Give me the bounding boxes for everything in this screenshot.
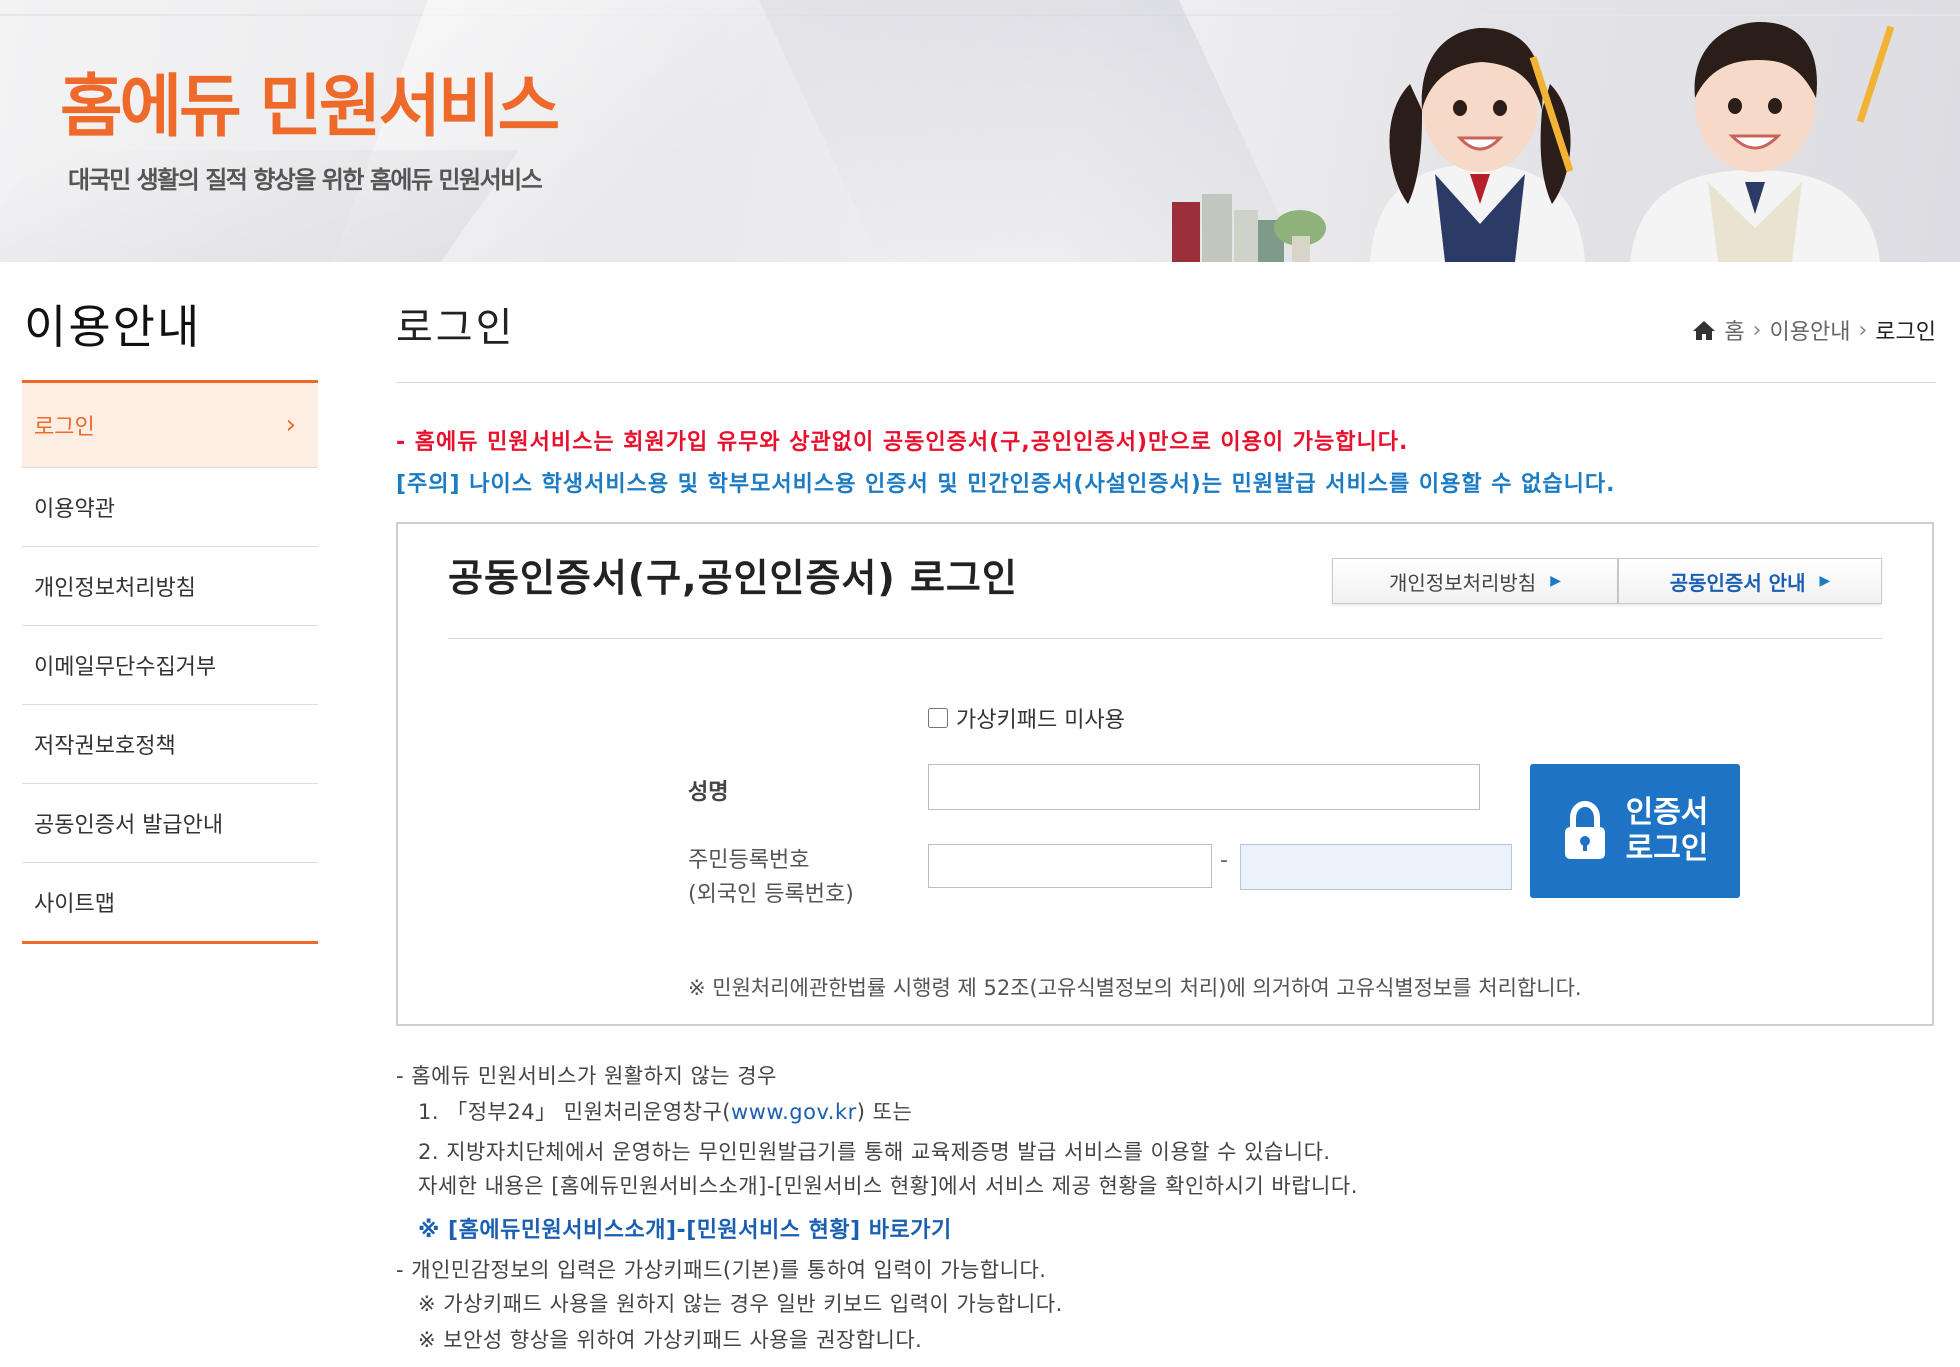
site-logo-title[interactable]: 홈에듀 민원서비스 <box>60 74 560 142</box>
info-text: 1. 「정부24」 민원처리운영창구( <box>418 1100 732 1124</box>
virtual-keypad-label: 가상키패드 미사용 <box>956 708 1125 733</box>
sidebar-item-privacy[interactable]: 개인정보처리방침 <box>22 546 318 625</box>
chevron-right-icon: › <box>285 410 296 440</box>
virtual-keypad-checkbox[interactable] <box>928 708 948 728</box>
rrn-separator: - <box>1220 848 1228 873</box>
chevron-right-icon: › <box>1858 317 1868 343</box>
sidebar-item-label: 공동인증서 발급안내 <box>34 813 224 838</box>
notice-caution: [주의] 나이스 학생서비스용 및 학부모서비스용 인증서 및 민간인증서(사설… <box>396 472 1616 497</box>
rrn-back-input[interactable] <box>1240 844 1512 890</box>
notice-cert-only: - 홈에듀 민원서비스는 회원가입 유무와 상관없이 공동인증서(구,공인인증서… <box>396 430 1409 455</box>
rrn-label: 주민등록번호 (외국인 등록번호) <box>688 844 854 912</box>
lock-icon <box>1564 801 1605 859</box>
site-subtitle: 대국민 생활의 질적 향상을 위한 홈에듀 민원서비스 <box>68 166 543 194</box>
sidebar-menu: 로그인 › 이용약관 개인정보처리방침 이메일무단수집거부 저작권보호정책 공동… <box>22 380 318 944</box>
rrn-front-input[interactable] <box>928 844 1212 888</box>
home-icon[interactable] <box>1692 319 1716 341</box>
privacy-policy-button[interactable]: 개인정보처리방침 ▶ <box>1332 558 1618 604</box>
cert-login-button[interactable]: 인증서 로그인 <box>1530 764 1740 898</box>
info-line: ※ 보안성 향상을 위하여 가상키패드 사용을 권장합니다. <box>418 1328 923 1352</box>
info-line: - 개인민감정보의 입력은 가상키패드(기본)를 통하여 입력이 가능합니다. <box>396 1258 1047 1282</box>
name-input[interactable] <box>928 764 1480 810</box>
privacy-policy-label: 개인정보처리방침 <box>1389 570 1537 595</box>
divider <box>448 638 1882 639</box>
sidebar-item-label: 이메일무단수집거부 <box>34 655 217 680</box>
legal-note: ※ 민원처리에관한법률 시행령 제 52조(고유식별정보의 처리)에 의거하여 … <box>688 976 1582 1000</box>
breadcrumb-current: 로그인 <box>1875 320 1936 345</box>
divider <box>396 382 1936 383</box>
students-illustration <box>1172 22 1895 262</box>
page-title: 로그인 <box>396 305 516 351</box>
triangle-right-icon: ▶ <box>1550 573 1561 589</box>
sidebar-item-label: 이용약관 <box>34 497 115 522</box>
service-status-link[interactable]: ※ [홈에듀민원서비스소개]-[민원서비스 현황] 바로가기 <box>418 1212 952 1244</box>
sidebar-item-copyright[interactable]: 저작권보호정책 <box>22 704 318 783</box>
sidebar-item-cert-issue[interactable]: 공동인증서 발급안내 <box>22 783 318 862</box>
name-label: 성명 <box>688 780 729 805</box>
breadcrumb: 홈 › 이용안내 › 로그인 <box>1692 314 1936 346</box>
cert-login-panel: 공동인증서(구,공인인증서) 로그인 개인정보처리방침 ▶ 공동인증서 안내 ▶… <box>396 522 1934 1026</box>
login-panel-title: 공동인증서(구,공인인증서) 로그인 <box>448 556 1018 600</box>
gov24-link[interactable]: www.gov.kr <box>731 1100 857 1124</box>
info-line: ※ 가상키패드 사용을 원하지 않는 경우 일반 키보드 입력이 가능합니다. <box>418 1292 1063 1316</box>
info-line: 2. 지방자치단체에서 운영하는 무인민원발급기를 통해 교육제증명 발급 서비… <box>418 1140 1331 1164</box>
virtual-keypad-toggle[interactable]: 가상키패드 미사용 <box>928 702 1125 734</box>
cert-login-label: 인증서 로그인 <box>1625 796 1709 865</box>
cert-guide-label: 공동인증서 안내 <box>1669 570 1806 595</box>
sidebar-item-terms[interactable]: 이용약관 <box>22 467 318 546</box>
sidebar-item-email-refusal[interactable]: 이메일무단수집거부 <box>22 625 318 704</box>
header-banner: 홈에듀 민원서비스 대국민 생활의 질적 향상을 위한 홈에듀 민원서비스 <box>0 0 1960 262</box>
info-line: - 홈에듀 민원서비스가 원활하지 않는 경우 <box>396 1064 777 1088</box>
sidebar-item-label: 로그인 <box>34 415 95 440</box>
info-line: 1. 「정부24」 민원처리운영창구(www.gov.kr) 또는 <box>418 1096 912 1126</box>
cert-guide-button[interactable]: 공동인증서 안내 ▶ <box>1618 558 1882 604</box>
info-line: 자세한 내용은 [홈에듀민원서비스소개]-[민원서비스 현황]에서 서비스 제공… <box>418 1174 1358 1198</box>
sidebar-item-login[interactable]: 로그인 › <box>22 383 318 467</box>
sidebar-item-label: 사이트맵 <box>34 892 115 917</box>
sidebar-item-sitemap[interactable]: 사이트맵 <box>22 862 318 941</box>
sidebar-item-label: 저작권보호정책 <box>34 734 176 759</box>
sidebar-item-label: 개인정보처리방침 <box>34 576 196 601</box>
breadcrumb-guide[interactable]: 이용안내 <box>1769 314 1850 346</box>
rrn-label-line2: (외국인 등록번호) <box>688 882 854 907</box>
sidebar-title: 이용안내 <box>24 300 202 354</box>
rrn-label-line1: 주민등록번호 <box>688 848 810 873</box>
breadcrumb-home[interactable]: 홈 <box>1724 314 1744 346</box>
triangle-right-icon: ▶ <box>1819 573 1831 589</box>
chevron-right-icon: › <box>1752 317 1762 343</box>
info-text: ) 또는 <box>856 1100 913 1124</box>
